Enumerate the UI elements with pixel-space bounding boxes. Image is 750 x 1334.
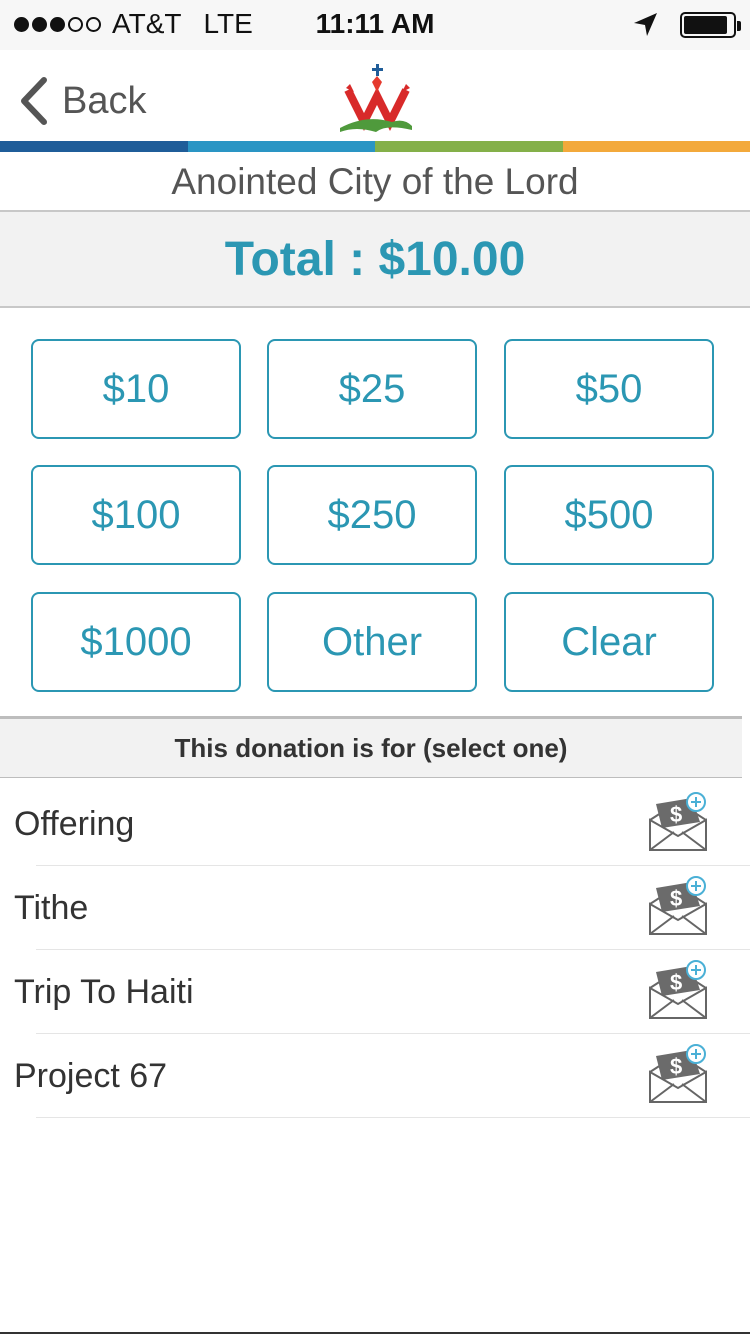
church-crown-logo-icon [340,64,412,132]
amount-button-500[interactable]: $500 [504,465,714,565]
chevron-left-icon [21,77,47,125]
amount-button-100[interactable]: $100 [31,465,241,565]
donation-envelope-plus-icon[interactable]: $ [646,876,710,940]
amount-button-250[interactable]: $250 [267,465,477,565]
fund-row-tithe[interactable]: Tithe $ [0,866,750,950]
amount-button-50[interactable]: $50 [504,339,714,439]
fund-row-offering[interactable]: Offering $ [0,782,750,866]
fund-label: Offering [14,805,135,843]
amount-button-1000[interactable]: $1000 [31,592,241,692]
fund-row-project-67[interactable]: Project 67 $ [0,1034,750,1118]
donation-section-header: This donation is for (select one) [0,716,742,778]
svg-text:$: $ [670,886,682,911]
amount-button-clear[interactable]: Clear [504,592,714,692]
back-label: Back [62,79,147,122]
fund-label: Trip To Haiti [14,973,194,1011]
status-right [630,10,741,40]
svg-text:$: $ [670,802,682,827]
brand-color-segment [375,141,563,152]
fund-row-trip-to-haiti[interactable]: Trip To Haiti $ [0,950,750,1034]
donation-envelope-plus-icon[interactable]: $ [646,960,710,1024]
amount-button-other[interactable]: Other [267,592,477,692]
donation-envelope-plus-icon[interactable]: $ [646,1044,710,1108]
amount-button-10[interactable]: $10 [31,339,241,439]
total-amount: Total : $10.00 [0,212,750,308]
brand-color-segment [562,141,750,152]
battery-fill [684,16,728,34]
donation-envelope-plus-icon[interactable]: $ [646,792,710,856]
back-button[interactable]: Back [16,76,146,126]
brand-color-segment [0,141,188,152]
svg-text:$: $ [670,970,682,995]
brand-color-strip [0,141,750,152]
location-arrow-icon [634,13,657,36]
fund-label: Project 67 [14,1057,168,1095]
status-bar: AT&T LTE 11:11 AM [0,0,750,50]
fund-label: Tithe [14,889,89,927]
brand-color-segment [187,141,375,152]
nav-bar: Back [0,50,750,141]
amount-button-25[interactable]: $25 [267,339,477,439]
church-name: Anointed City of the Lord [0,152,750,212]
battery-icon [680,12,741,38]
svg-text:$: $ [670,1054,682,1079]
